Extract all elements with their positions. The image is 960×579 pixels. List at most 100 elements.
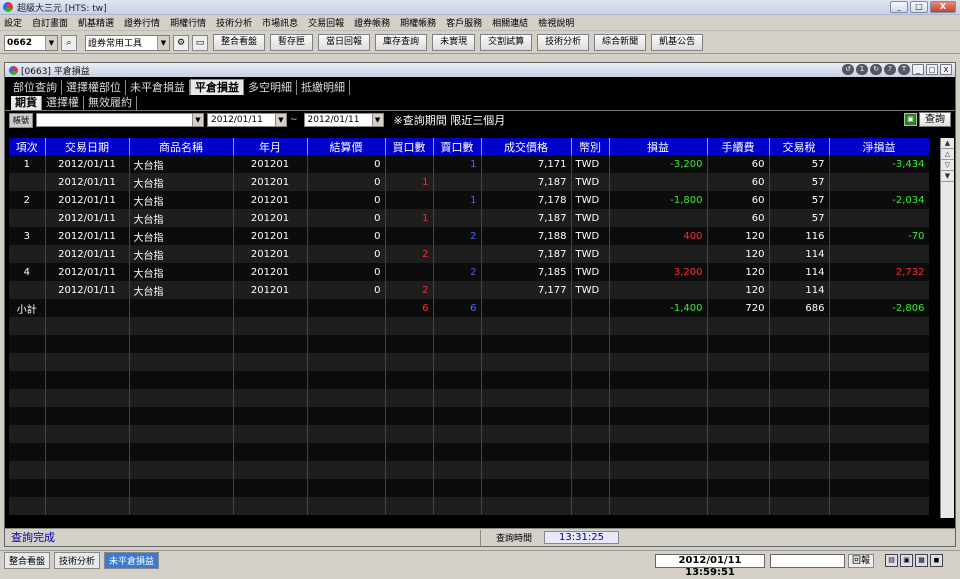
table-row[interactable]: 2012/01/11 大台指 201201 0 1 7,187 TWD 60 57 bbox=[9, 209, 929, 227]
toolbar-button[interactable]: 暫存匣 bbox=[270, 34, 314, 51]
column-header[interactable]: 結算價 bbox=[307, 138, 386, 155]
tab-long-short-detail[interactable]: 多空明細 bbox=[244, 80, 297, 95]
menu-item[interactable]: 客戶服務 bbox=[446, 16, 482, 29]
tab-invalid-exercise[interactable]: 無效履約 bbox=[84, 96, 137, 110]
query-button[interactable]: 查詢 bbox=[919, 112, 951, 127]
table-cell: 大台指 bbox=[129, 209, 234, 227]
tab-closed-pl[interactable]: 平倉損益 bbox=[190, 79, 244, 95]
help-icon[interactable]: ? bbox=[884, 64, 896, 75]
window-icon[interactable]: ▭ bbox=[192, 34, 208, 51]
close-icon[interactable]: X bbox=[930, 1, 956, 13]
menu-item[interactable]: 交易回報 bbox=[308, 16, 344, 29]
column-header[interactable]: 成交價格 bbox=[481, 138, 572, 155]
column-header[interactable]: 項次 bbox=[9, 138, 46, 155]
chevron-down-icon[interactable]: ▼ bbox=[192, 114, 203, 126]
vertical-scrollbar[interactable]: ▲ △ ▽ ▼ bbox=[940, 138, 954, 518]
maximize-icon[interactable]: □ bbox=[926, 64, 938, 75]
chevron-down-icon[interactable]: ▼ bbox=[275, 114, 286, 126]
date-to-combo[interactable]: 2012/01/11 ▼ bbox=[303, 113, 384, 127]
tab-options[interactable]: 選擇權 bbox=[42, 96, 84, 110]
export-icon[interactable]: ▣ bbox=[904, 113, 917, 126]
menu-item[interactable]: 自訂畫面 bbox=[32, 16, 68, 29]
minimize-icon[interactable]: _ bbox=[912, 64, 924, 75]
toolbar-button[interactable]: 整合看盤 bbox=[213, 34, 266, 51]
column-header[interactable]: 商品名稱 bbox=[129, 138, 234, 155]
scroll-bottom-icon[interactable]: ▼ bbox=[941, 171, 954, 182]
tab-collateral-detail[interactable]: 抵繳明細 bbox=[297, 80, 350, 95]
table-cell bbox=[385, 479, 434, 497]
column-header[interactable]: 損益 bbox=[609, 138, 708, 155]
menu-item[interactable]: 凱基精選 bbox=[78, 16, 114, 29]
date-from-combo[interactable]: 2012/01/11 ▼ bbox=[207, 113, 287, 127]
table-row[interactable]: 2 2012/01/11 大台指 201201 0 1 7,178 TWD -1,800 60 57… bbox=[9, 191, 929, 209]
toolbar-button[interactable]: 技術分析 bbox=[537, 34, 590, 51]
stock-code-combo[interactable]: 0662 ▼ bbox=[4, 34, 58, 51]
table-cell: TWD bbox=[571, 209, 610, 227]
refresh-icon[interactable]: ↺ bbox=[842, 64, 854, 75]
menu-item[interactable]: 證券帳務 bbox=[354, 16, 390, 29]
table-row[interactable]: 2012/01/11 大台指 201201 0 2 7,177 TWD 120 114 bbox=[9, 281, 929, 299]
column-header[interactable]: 手續費 bbox=[707, 138, 770, 155]
screen-icon[interactable]: ▣ bbox=[900, 554, 913, 567]
menu-item[interactable]: 檢視說明 bbox=[538, 16, 574, 29]
chevron-down-icon[interactable]: ▼ bbox=[45, 35, 57, 50]
column-header[interactable]: 幣別 bbox=[571, 138, 610, 155]
toolbar-button[interactable]: 交割試算 bbox=[480, 34, 533, 51]
gear-icon[interactable]: ⚙ bbox=[173, 34, 189, 51]
text-icon[interactable]: T bbox=[898, 64, 910, 75]
tab-futures[interactable]: 期貨 bbox=[11, 96, 42, 110]
toolbar-button[interactable]: 未實現 bbox=[432, 34, 476, 51]
taskbar-item[interactable]: 技術分析 bbox=[54, 552, 101, 569]
table-cell: 57 bbox=[769, 191, 830, 209]
tab-option-position[interactable]: 選擇權部位 bbox=[62, 80, 126, 95]
tab-open-pl[interactable]: 未平倉損益 bbox=[126, 80, 190, 95]
report-button[interactable]: 回報 bbox=[848, 554, 875, 568]
toolbar-button[interactable]: 庫存查詢 bbox=[375, 34, 428, 51]
close-icon[interactable]: X bbox=[940, 64, 952, 75]
power-icon[interactable]: ◼ bbox=[930, 554, 943, 567]
menu-item[interactable]: 期權帳務 bbox=[400, 16, 436, 29]
taskbar-item[interactable]: 整合看盤 bbox=[4, 552, 51, 569]
tab-position-query[interactable]: 部位查詢 bbox=[9, 80, 62, 95]
column-header[interactable]: 交易稅 bbox=[769, 138, 830, 155]
table-row[interactable]: 2012/01/11 大台指 201201 0 2 7,187 TWD 120 114 bbox=[9, 245, 929, 263]
menu-item[interactable]: 證券行情 bbox=[124, 16, 160, 29]
scroll-up-icon[interactable]: △ bbox=[941, 149, 954, 160]
minimize-icon[interactable]: _ bbox=[890, 1, 908, 13]
table-row[interactable]: 3 2012/01/11 大台指 201201 0 2 7,188 TWD 400 120 116-… bbox=[9, 227, 929, 245]
toolbar-button[interactable]: 凱基公告 bbox=[651, 34, 704, 51]
scroll-top-icon[interactable]: ▲ bbox=[941, 138, 954, 149]
table-cell bbox=[9, 173, 46, 191]
taskbar-item-active[interactable]: 未平倉損益 bbox=[104, 552, 160, 569]
menu-item[interactable]: 設定 bbox=[4, 16, 22, 29]
column-header[interactable]: 淨損益 bbox=[829, 138, 929, 155]
chevron-down-icon[interactable]: ▼ bbox=[371, 114, 383, 126]
account-combo[interactable]: ▼ bbox=[36, 113, 204, 127]
column-header[interactable]: 交易日期 bbox=[45, 138, 130, 155]
table-cell: 3 bbox=[9, 227, 46, 245]
table-cell: 60 bbox=[707, 191, 770, 209]
column-header[interactable]: 賣口數 bbox=[433, 138, 482, 155]
table-cell bbox=[433, 407, 482, 425]
sync-icon[interactable]: ↻ bbox=[870, 64, 882, 75]
menu-item[interactable]: 市場訊息 bbox=[262, 16, 298, 29]
maximize-icon[interactable]: □ bbox=[910, 1, 928, 13]
menu-item[interactable]: 期權行情 bbox=[170, 16, 206, 29]
one-icon[interactable]: 1 bbox=[856, 64, 868, 75]
table-cell bbox=[9, 461, 46, 479]
menu-item[interactable]: 技術分析 bbox=[216, 16, 252, 29]
table-row[interactable]: 4 2012/01/11 大台指 201201 0 2 7,185 TWD 3,200 120 11… bbox=[9, 263, 929, 281]
toolbar-button[interactable]: 綜合新聞 bbox=[594, 34, 647, 51]
chevron-down-icon[interactable]: ▼ bbox=[157, 35, 169, 50]
toolbar-button[interactable]: 當日回報 bbox=[318, 34, 371, 51]
menu-item[interactable]: 相關連結 bbox=[492, 16, 528, 29]
column-header[interactable]: 買口數 bbox=[385, 138, 434, 155]
search-icon[interactable]: ⌕ bbox=[61, 34, 77, 51]
column-header[interactable]: 年月 bbox=[233, 138, 308, 155]
tool-select-combo[interactable]: 證券常用工具 ▼ bbox=[85, 34, 170, 51]
monitor-icon[interactable]: ▦ bbox=[915, 554, 928, 567]
lock-icon[interactable]: ▤ bbox=[885, 554, 898, 567]
table-row[interactable]: 2012/01/11 大台指 201201 0 1 7,187 TWD 60 57 bbox=[9, 173, 929, 191]
table-row[interactable]: 1 2012/01/11 大台指 201201 0 1 7,171 TWD -3,200 60 57… bbox=[9, 155, 929, 173]
scroll-down-icon[interactable]: ▽ bbox=[941, 160, 954, 171]
